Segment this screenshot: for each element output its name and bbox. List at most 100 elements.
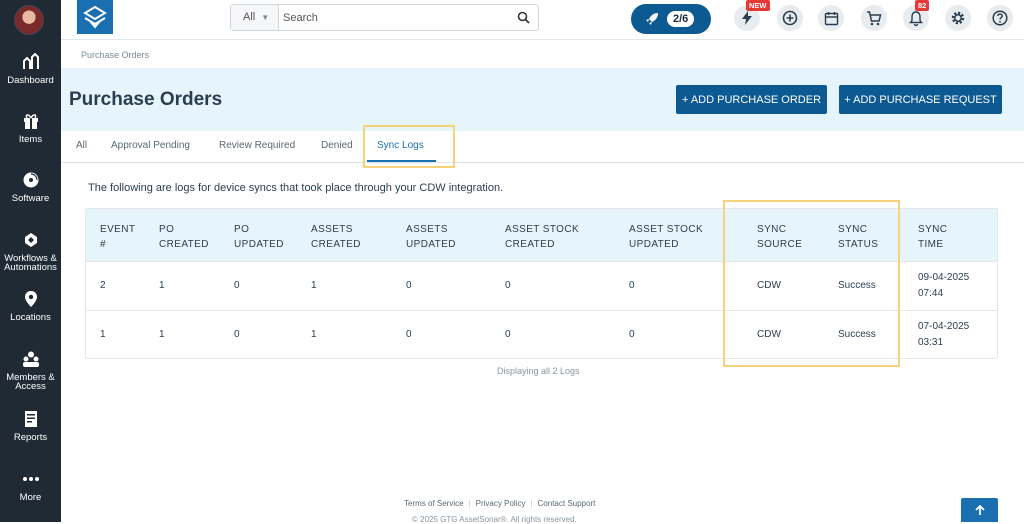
header-line: EVENT: [100, 224, 136, 235]
sidebar: Dashboard Items Software Workflows & Aut…: [0, 0, 61, 522]
sidebar-item-label: More: [19, 492, 42, 503]
column-header-assets-updated: ASSETS UPDATED: [406, 222, 456, 252]
cell-sync-date: 09-04-2025: [918, 272, 970, 283]
sidebar-item-reports[interactable]: Reports: [0, 410, 61, 442]
search-scope-select[interactable]: All ▼: [231, 5, 279, 30]
copyright-text: © 2025 GTG AssetSonar®. All rights reser…: [412, 515, 577, 524]
table-footnote: Displaying all 2 Logs: [497, 366, 580, 376]
terms-link[interactable]: Terms of Service: [404, 499, 464, 508]
bell-icon: [909, 10, 923, 26]
cell-po-created: 1: [159, 280, 165, 291]
sidebar-item-locations[interactable]: Locations: [0, 290, 61, 322]
header-line: PO: [159, 224, 175, 235]
column-header-assets-created: ASSETS CREATED: [311, 222, 361, 252]
cell-assets-updated: 0: [406, 280, 412, 291]
add-purchase-order-button[interactable]: + ADD PURCHASE ORDER: [676, 85, 827, 114]
calendar-icon: [824, 11, 838, 25]
header-line: SYNC: [918, 224, 948, 235]
cell-stock-created: 0: [505, 280, 511, 291]
column-header-sync-time: SYNC TIME: [918, 222, 947, 252]
search-scope-value: All: [243, 11, 256, 23]
sidebar-item-label: Software: [11, 193, 50, 204]
tab-approval-pending[interactable]: Approval Pending: [111, 140, 190, 151]
sidebar-item-workflows[interactable]: Workflows & Automations: [0, 231, 61, 272]
header-line: ASSET STOCK: [505, 224, 580, 235]
cell-event: 1: [100, 329, 106, 340]
header-line: #: [100, 239, 106, 250]
reports-icon: [24, 411, 37, 427]
page-header: Purchase Orders + ADD PURCHASE ORDER + A…: [61, 68, 1024, 131]
sidebar-item-items[interactable]: Items: [0, 112, 61, 144]
plus-circle-icon: [782, 10, 798, 26]
help-button[interactable]: [987, 5, 1013, 31]
sync-columns-highlight: [723, 200, 900, 367]
breadcrumb[interactable]: Purchase Orders: [81, 50, 149, 60]
search-icon[interactable]: [517, 11, 530, 24]
calendar-button[interactable]: [818, 5, 844, 31]
tab-all[interactable]: All: [76, 140, 87, 151]
sync-logs-description: The following are logs for device syncs …: [88, 182, 504, 194]
header-line: TIME: [918, 239, 944, 250]
privacy-link[interactable]: Privacy Policy: [476, 499, 526, 508]
tab-review-required[interactable]: Review Required: [219, 140, 295, 151]
tab-bar: All Approval Pending Review Required Den…: [61, 131, 1024, 163]
cart-button[interactable]: [861, 5, 887, 31]
sidebar-item-more[interactable]: More: [0, 470, 61, 502]
header-line: UPDATED: [629, 239, 679, 250]
cell-assets-created: 1: [311, 329, 317, 340]
cell-sync-clock: 07:44: [918, 288, 944, 299]
sidebar-item-dashboard[interactable]: Dashboard: [0, 53, 61, 85]
sidebar-item-label: Access: [15, 381, 46, 392]
cell-sync-clock: 03:31: [918, 337, 944, 348]
column-header-po-created: PO CREATED: [159, 222, 209, 252]
settings-button[interactable]: [945, 5, 971, 31]
header-line: CREATED: [505, 239, 555, 250]
progress-count: 2/6: [667, 11, 695, 27]
add-purchase-request-button[interactable]: + ADD PURCHASE REQUEST: [839, 85, 1002, 114]
sync-logs-tab-highlight: [363, 125, 455, 168]
tab-denied[interactable]: Denied: [321, 140, 353, 151]
sidebar-item-label: Items: [18, 134, 43, 145]
gift-box-icon: [23, 114, 38, 129]
logo-icon: [83, 5, 107, 29]
cell-stock-created: 0: [505, 329, 511, 340]
sidebar-item-members[interactable]: Members & Access: [0, 350, 61, 391]
onboarding-progress-button[interactable]: 2/6: [631, 4, 711, 34]
footer-links: Terms of Service | Privacy Policy | Contact …: [404, 499, 595, 508]
avatar[interactable]: [14, 5, 44, 35]
page-title: Purchase Orders: [69, 89, 223, 110]
cell-assets-updated: 0: [406, 329, 412, 340]
cart-icon: [867, 10, 882, 25]
app-logo[interactable]: [77, 0, 113, 34]
cell-sync-date: 07-04-2025: [918, 321, 970, 332]
sidebar-item-label: Reports: [13, 432, 48, 443]
column-header-po-updated: PO UPDATED: [234, 222, 284, 252]
notification-count-badge: 82: [915, 0, 930, 11]
scroll-to-top-button[interactable]: [961, 498, 998, 522]
column-header-asset-stock-updated: ASSET STOCK UPDATED: [629, 222, 703, 252]
search-bar: All ▼: [230, 4, 539, 31]
workflow-cycle-icon: [24, 233, 37, 247]
header-line: UPDATED: [234, 239, 284, 250]
search-input[interactable]: [283, 9, 503, 26]
quick-add-button[interactable]: [777, 5, 803, 31]
lightning-icon: [742, 11, 752, 25]
gear-icon: [951, 11, 965, 25]
footer-divider: |: [468, 499, 471, 508]
top-bar: All ▼ 2/6 NEW 82: [61, 0, 1024, 40]
header-line: CREATED: [311, 239, 361, 250]
header-line: ASSET STOCK: [629, 224, 704, 235]
location-pin-icon: [24, 291, 37, 307]
cell-po-updated: 0: [234, 280, 240, 291]
footer-divider: |: [530, 499, 533, 508]
chevron-down-icon: ▼: [261, 13, 270, 22]
sidebar-item-software[interactable]: Software: [0, 171, 61, 203]
cell-po-updated: 0: [234, 329, 240, 340]
cell-stock-updated: 0: [629, 329, 635, 340]
header-line: ASSETS: [311, 224, 353, 235]
header-line: ASSETS: [406, 224, 448, 235]
sidebar-item-label: Automations: [4, 262, 57, 273]
support-link[interactable]: Contact Support: [538, 499, 596, 508]
help-icon: [992, 10, 1008, 26]
header-line: UPDATED: [406, 239, 456, 250]
